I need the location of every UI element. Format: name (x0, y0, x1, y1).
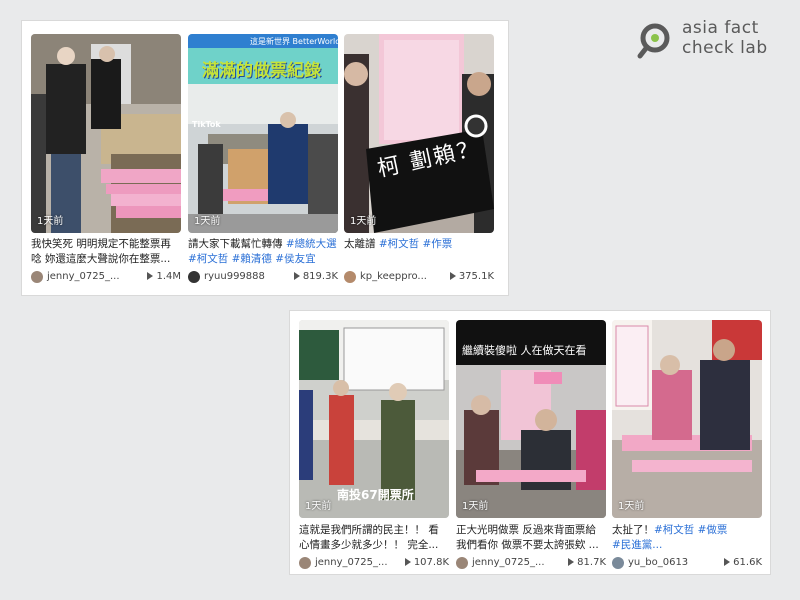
posted-time: 1天前 (462, 501, 489, 512)
play-icon (724, 558, 731, 566)
avatar[interactable] (31, 271, 43, 283)
view-count: 375.1K (449, 271, 494, 282)
video-card[interactable]: 1天前 我快笑死 明明規定不能整票再 唸 妳還這麼大聲說你在整票... jenn… (31, 34, 181, 284)
thumbnail-overlay-title: 滿滿的做票紀錄 (202, 61, 321, 81)
video-meta: jenny_0725_... 81.7K (456, 557, 606, 571)
video-caption: 請大家下載幫忙轉傳 #總統大選 #柯文哲 #賴清德 #侯友宜 (188, 238, 337, 265)
view-count: 819.3K (293, 271, 338, 282)
thumbnail-overlay-text: 繼續裝傻啦 人在做天在看 (462, 344, 587, 357)
video-meta: jenny_0725_... 107.8K (299, 557, 449, 571)
magnifier-logo-icon (637, 23, 670, 59)
tiktok-watermark: TikTok (192, 120, 221, 129)
play-icon (293, 272, 300, 280)
video-meta: ryuu999888 819.3K (188, 271, 338, 285)
username[interactable]: jenny_0725_... (472, 557, 545, 568)
avatar[interactable] (344, 271, 356, 283)
play-icon (449, 272, 456, 280)
brand-line-1: asia fact (682, 18, 759, 38)
posted-time: 1天前 (618, 501, 645, 512)
posted-time: 1天前 (350, 216, 377, 227)
play-icon (568, 558, 575, 566)
video-card[interactable]: 這是新世界 BetterWorld 滿滿的做票紀錄 TikTok 1天前 請大家… (188, 34, 338, 284)
video-card[interactable]: 1天前 太扯了！#柯文哲 #做票 #民進黨... yu_bo_0613 61.6… (612, 320, 762, 570)
thumbnail-overlay-text: 南投67開票所 (337, 488, 414, 502)
bottom-video-grid: 南投67開票所 1天前 這就是我們所謂的民主！！ 看 心情畫多少就多少！！ 完全… (290, 311, 770, 574)
video-meta: yu_bo_0613 61.6K (612, 557, 762, 571)
video-card[interactable]: 南投67開票所 1天前 這就是我們所謂的民主！！ 看 心情畫多少就多少！！ 完全… (299, 320, 449, 570)
video-meta: kp_keeppro... 375.1K (344, 271, 494, 285)
avatar[interactable] (299, 557, 311, 569)
video-caption: 這就是我們所謂的民主！！ 看 心情畫多少就多少！！ 完全... (299, 524, 439, 551)
view-count: 1.4M (147, 271, 181, 282)
avatar[interactable] (188, 271, 200, 283)
video-thumbnail[interactable]: 1天前 (612, 320, 762, 518)
video-meta: jenny_0725_... 1.4M (31, 271, 181, 285)
video-card[interactable]: 繼續裝傻啦 人在做天在看 1天前 正大光明做票 反過來背面票給 我們看你 做票不… (456, 320, 606, 570)
video-caption: 太離譜 #柯文哲 #作票 (344, 238, 453, 250)
video-caption: 太扯了！#柯文哲 #做票 #民進黨... (612, 524, 728, 551)
video-caption: 我快笑死 明明規定不能整票再 唸 妳還這麼大聲說你在整票... (31, 238, 171, 265)
username[interactable]: kp_keeppro... (360, 271, 427, 282)
posted-time: 1天前 (194, 216, 221, 227)
username[interactable]: ryuu999888 (204, 271, 265, 282)
video-thumbnail[interactable]: 這是新世界 BetterWorld 滿滿的做票紀錄 TikTok 1天前 (188, 34, 338, 233)
view-count: 81.7K (568, 557, 606, 568)
brand-line-2: check lab (682, 38, 768, 58)
posted-time: 1天前 (305, 501, 332, 512)
video-card[interactable]: 柯 劃賴？ 1天前 太離譜 #柯文哲 #作票 kp_keeppro... 375… (344, 34, 494, 284)
avatar[interactable] (612, 557, 624, 569)
top-video-grid: 1天前 我快笑死 明明規定不能整票再 唸 妳還這麼大聲說你在整票... jenn… (22, 21, 508, 295)
video-caption: 正大光明做票 反過來背面票給 我們看你 做票不要太誇張欸 ... (456, 524, 599, 551)
video-thumbnail[interactable]: 繼續裝傻啦 人在做天在看 1天前 (456, 320, 606, 518)
video-thumbnail[interactable]: 南投67開票所 1天前 (299, 320, 449, 518)
video-thumbnail[interactable]: 1天前 (31, 34, 181, 233)
video-thumbnail[interactable]: 柯 劃賴？ 1天前 (344, 34, 494, 233)
play-icon (147, 272, 154, 280)
thumbnail-overlay-channel: 這是新世界 BetterWorld (250, 37, 338, 46)
username[interactable]: jenny_0725_... (47, 271, 120, 282)
asia-fact-check-lab-logo: asia fact check lab (636, 18, 786, 66)
play-icon (404, 558, 411, 566)
view-count: 107.8K (404, 557, 449, 568)
username[interactable]: yu_bo_0613 (628, 557, 688, 568)
username[interactable]: jenny_0725_... (315, 557, 388, 568)
view-count: 61.6K (724, 557, 762, 568)
avatar[interactable] (456, 557, 468, 569)
posted-time: 1天前 (37, 216, 64, 227)
